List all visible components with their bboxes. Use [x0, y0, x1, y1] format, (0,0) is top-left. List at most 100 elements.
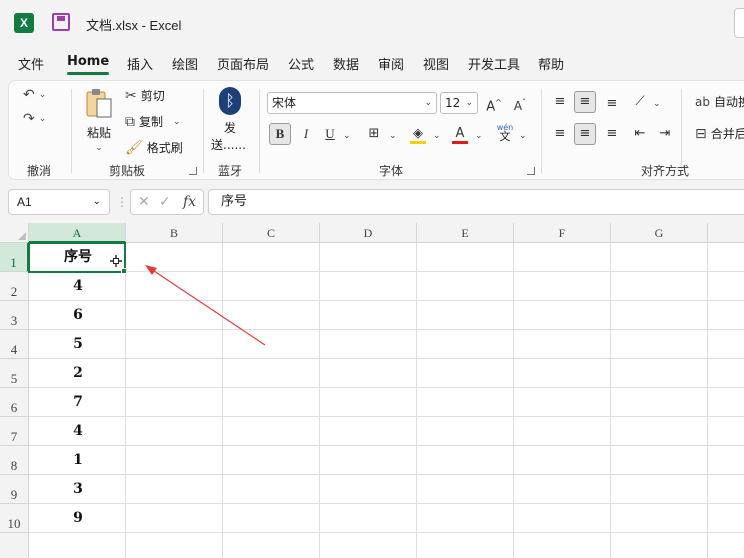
row-header-2[interactable]: 2 [0, 272, 29, 301]
row-header-3[interactable]: 3 [0, 301, 29, 330]
format-painter-button[interactable]: 🖌 格式刷 [125, 139, 183, 156]
cell-a7[interactable]: 4 [30, 417, 126, 446]
chevron-down-icon: ⌄ [424, 98, 432, 108]
column-header-b[interactable]: B [126, 223, 223, 243]
decrease-indent-icon[interactable]: ⇤ [629, 123, 651, 145]
insert-function-icon[interactable]: fx [183, 194, 196, 210]
tab-developer[interactable]: 开发工具 [468, 54, 520, 73]
tab-data[interactable]: 数据 [333, 54, 359, 73]
tab-view[interactable]: 视图 [423, 54, 449, 73]
chevron-down-icon[interactable]: ⌄ [475, 131, 483, 141]
group-label-font: 字体 [379, 164, 404, 178]
row-header-10[interactable]: 10 [0, 504, 29, 533]
align-left-icon[interactable]: ≡ [549, 123, 571, 145]
search-box[interactable] [734, 8, 744, 38]
row-header-1[interactable]: 1 [0, 243, 29, 272]
chevron-down-icon[interactable]: ⌄ [389, 131, 397, 141]
redo-button[interactable]: ↷ ⌄ [23, 111, 46, 127]
font-color-button[interactable]: A [449, 123, 471, 145]
chevron-down-icon[interactable]: ⌄ [653, 99, 661, 109]
tab-help[interactable]: 帮助 [538, 54, 564, 73]
cell-a9[interactable]: 3 [30, 475, 126, 504]
row-header-7[interactable]: 7 [0, 417, 29, 446]
divider [203, 89, 204, 173]
name-box[interactable]: A1 ⌄ [8, 189, 110, 215]
copy-button[interactable]: ⧉ 复制 ⌄ [125, 113, 181, 130]
align-center-icon[interactable]: ≡ [574, 123, 596, 145]
select-all-button[interactable] [0, 223, 29, 243]
align-middle-icon[interactable]: ≡ [574, 91, 596, 113]
cell-a3[interactable]: 6 [30, 301, 126, 330]
more-icon[interactable]: ⋮ [116, 195, 128, 209]
column-header-f[interactable]: F [514, 223, 611, 243]
column-header-c[interactable]: C [223, 223, 320, 243]
fill-handle[interactable] [121, 268, 127, 274]
row-header-4[interactable]: 4 [0, 330, 29, 359]
gridline [29, 271, 744, 272]
save-icon[interactable] [52, 13, 70, 31]
font-size-select[interactable]: 12 ⌄ [440, 92, 478, 114]
tab-formulas[interactable]: 公式 [288, 54, 314, 73]
cell-a10[interactable]: 9 [30, 504, 126, 533]
align-bottom-icon[interactable]: ≡ [601, 93, 623, 115]
wrap-text-button[interactable]: ab 自动换 [695, 93, 744, 110]
undo-button[interactable]: ↶ ⌄ [23, 87, 46, 103]
row-header-6[interactable]: 6 [0, 388, 29, 417]
gridline [610, 243, 611, 558]
column-header-d[interactable]: D [320, 223, 417, 243]
row-header-8[interactable]: 8 [0, 446, 29, 475]
tab-review[interactable]: 审阅 [378, 54, 404, 73]
font-name-select[interactable]: 宋体 ⌄ [267, 92, 437, 114]
phonetic-guide-button[interactable]: wén 文 [495, 123, 515, 142]
cell-a8[interactable]: 1 [30, 446, 126, 475]
decrease-font-icon[interactable]: Aˇ [509, 92, 531, 114]
font-launcher-icon[interactable] [527, 167, 535, 175]
fill-color-button[interactable]: ◈ [407, 123, 429, 145]
tab-draw[interactable]: 绘图 [172, 54, 198, 73]
chevron-down-icon[interactable]: ⌄ [519, 131, 527, 141]
move-cursor-icon [110, 255, 122, 267]
orientation-icon[interactable]: ⟋ [629, 91, 651, 113]
cell-a5[interactable]: 2 [30, 359, 126, 388]
tab-insert[interactable]: 插入 [127, 54, 153, 73]
chevron-down-icon[interactable]: ⌄ [433, 131, 441, 141]
increase-indent-icon[interactable]: ⇥ [654, 123, 676, 145]
cell-a6[interactable]: 7 [30, 388, 126, 417]
chevron-down-icon[interactable]: ⌄ [343, 131, 351, 141]
column-header-g[interactable]: G [611, 223, 708, 243]
column-header-h[interactable] [708, 223, 744, 243]
underline-button[interactable]: U [319, 123, 341, 145]
gridline [29, 387, 744, 388]
increase-font-icon[interactable]: A^ [483, 92, 505, 114]
cut-button[interactable]: ✂ 剪切 [125, 87, 165, 104]
italic-button[interactable]: I [295, 123, 317, 145]
align-right-icon[interactable]: ≡ [601, 123, 623, 145]
font-color-icon: A [455, 126, 465, 141]
merge-center-button[interactable]: ⊟ 合并后 [695, 125, 744, 142]
row-header-11[interactable] [0, 533, 29, 558]
format-painter-label: 格式刷 [146, 141, 183, 155]
align-top-icon[interactable]: ≡ [549, 91, 571, 113]
clipboard-launcher-icon[interactable] [189, 167, 197, 175]
bluetooth-send-button[interactable]: ᛒ 发 送...... [211, 87, 246, 153]
row-header-5[interactable]: 5 [0, 359, 29, 388]
cancel-icon[interactable]: ✕ [138, 194, 150, 210]
chevron-down-icon: ⌄ [38, 90, 47, 100]
tab-file[interactable]: 文件 [18, 54, 44, 73]
chevron-down-icon: ⌄ [173, 116, 181, 127]
tab-home[interactable]: Home [67, 54, 109, 69]
row-header-9[interactable]: 9 [0, 475, 29, 504]
cell-a2[interactable]: 4 [30, 272, 126, 301]
formula-input[interactable]: 序号 [208, 189, 744, 215]
enter-check-icon[interactable]: ✓ [159, 194, 171, 210]
column-header-e[interactable]: E [417, 223, 514, 243]
cell-a4[interactable]: 5 [30, 330, 126, 359]
tab-page-layout[interactable]: 页面布局 [217, 54, 269, 73]
bold-button[interactable]: B [269, 123, 291, 145]
borders-icon[interactable]: ⊞ [363, 123, 385, 145]
paste-button[interactable]: 粘贴 ⌄ [83, 87, 115, 157]
gridline [29, 503, 744, 504]
name-box-value: A1 [17, 195, 32, 209]
divider [541, 89, 542, 173]
column-header-a[interactable]: A [29, 223, 126, 243]
